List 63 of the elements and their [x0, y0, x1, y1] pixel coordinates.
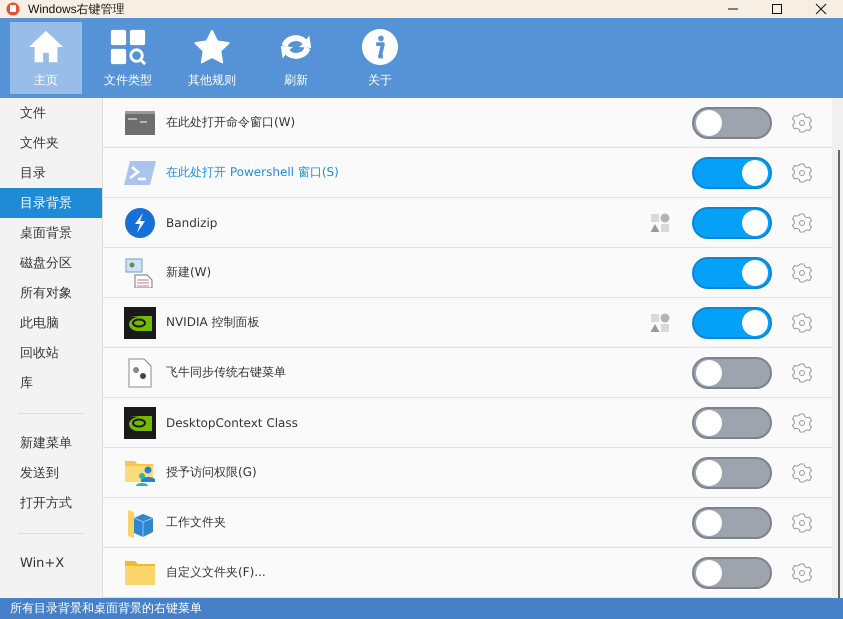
sidebar-item[interactable]: 发送到: [0, 458, 102, 488]
settings-icon[interactable]: [792, 462, 812, 482]
settings-document-icon: [128, 358, 152, 388]
settings-icon[interactable]: [792, 212, 812, 232]
toggle-switch[interactable]: [692, 106, 772, 138]
toggle-switch[interactable]: [692, 206, 772, 238]
settings-icon[interactable]: [792, 312, 812, 332]
menu-item-label: 自定义文件夹(F)...: [166, 564, 267, 581]
folder-icon: [125, 560, 155, 584]
sidebar-item[interactable]: 回收站: [0, 338, 102, 368]
grid-search-icon: [109, 28, 147, 66]
folder-cube-icon: [126, 508, 154, 538]
sidebar-item[interactable]: 目录背景: [0, 188, 102, 218]
toggle-switch[interactable]: [692, 306, 772, 338]
eye-logo-icon: [124, 306, 156, 338]
settings-icon[interactable]: [792, 262, 812, 282]
info-icon: [361, 28, 399, 66]
sidebar-item[interactable]: 库: [0, 368, 102, 398]
sidebar-item[interactable]: 桌面背景: [0, 218, 102, 248]
sidebar-item[interactable]: 所有对象: [0, 278, 102, 308]
settings-icon[interactable]: [792, 362, 812, 382]
star-icon: [193, 28, 231, 66]
sidebar-item[interactable]: 打开方式: [0, 488, 102, 518]
sidebar-item[interactable]: 文件: [0, 98, 102, 128]
window-title: Windows右键管理: [28, 0, 125, 18]
menu-item-label: 在此处打开 Powershell 窗口(S): [166, 164, 340, 181]
maximize-icon[interactable]: [771, 3, 783, 15]
sidebar-item[interactable]: 磁盘分区: [0, 248, 102, 278]
close-icon[interactable]: [815, 3, 827, 15]
app-icon: [6, 2, 20, 16]
sidebar-item[interactable]: 目录: [0, 158, 102, 188]
menu-item-label: 飞牛同步传统右键菜单: [166, 364, 287, 381]
settings-icon[interactable]: [792, 512, 812, 532]
menu-item-label: Bandizip: [166, 216, 218, 230]
menu-item-label: DesktopContext Class: [166, 416, 299, 430]
status-bar: 所有目录背景和桌面背景的右键菜单: [0, 598, 843, 619]
terminal-icon: [125, 110, 155, 134]
settings-icon[interactable]: [792, 412, 812, 432]
toggle-switch[interactable]: [692, 456, 772, 488]
sidebar-item[interactable]: 此电脑: [0, 308, 102, 338]
powershell-icon: [124, 160, 156, 184]
toggle-switch[interactable]: [692, 406, 772, 438]
settings-icon[interactable]: [792, 562, 812, 582]
lightning-icon: [125, 208, 155, 238]
menu-item-label: NVIDIA 控制面板: [166, 314, 261, 331]
settings-icon[interactable]: [792, 112, 812, 132]
toggle-switch[interactable]: [692, 356, 772, 388]
menu-item-label: 新建(W): [166, 264, 212, 281]
toggle-switch[interactable]: [692, 506, 772, 538]
menu-item-label: 在此处打开命令窗口(W): [166, 114, 296, 131]
menu-item-label: 工作文件夹: [166, 514, 227, 531]
sidebar-item[interactable]: 文件夹: [0, 128, 102, 158]
scrollbar-thumb[interactable]: [838, 150, 840, 598]
sidebar-item[interactable]: 新建菜单: [0, 428, 102, 458]
toggle-switch[interactable]: [692, 256, 772, 288]
menu-item-label: 授予访问权限(G): [166, 464, 258, 481]
toggle-switch[interactable]: [692, 156, 772, 188]
eye-logo-icon: [124, 406, 156, 438]
toggle-switch[interactable]: [692, 556, 772, 588]
settings-icon[interactable]: [792, 162, 812, 182]
folder-people-icon: [125, 458, 155, 486]
sidebar-item[interactable]: Win+X: [0, 548, 102, 578]
new-document-icon: [125, 258, 155, 288]
